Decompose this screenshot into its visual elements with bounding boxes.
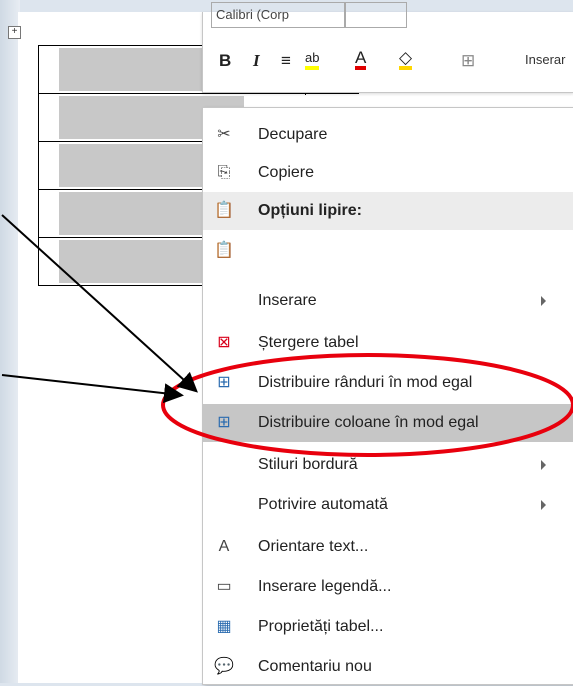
arrow-2	[1, 374, 184, 404]
annotation-overlay	[1, 214, 573, 457]
highlight-ellipse	[161, 353, 573, 457]
arrow-1	[1, 214, 198, 393]
